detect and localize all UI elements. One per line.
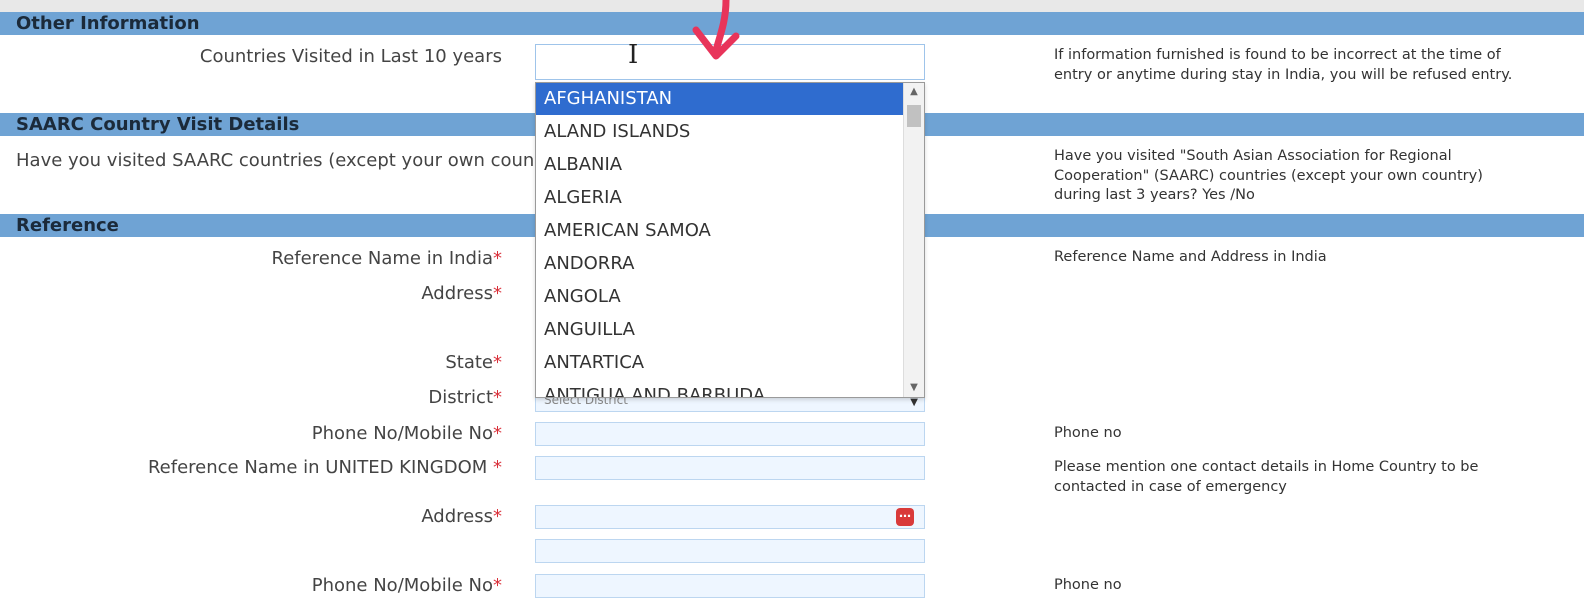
ref-uk-help: Please mention one contact details in Ho… bbox=[1054, 459, 1479, 495]
countries-visited-label: Countries Visited in Last 10 years bbox=[199, 46, 502, 67]
dropdown-option[interactable]: ANDORRA bbox=[536, 247, 904, 280]
annotation-arrow-icon bbox=[692, 0, 740, 60]
dropdown-option[interactable]: ANTIGUA AND BARBUDA bbox=[536, 379, 904, 397]
dropdown-option[interactable]: ANTARTICA bbox=[536, 346, 904, 379]
dropdown-option[interactable]: AMERICAN SAMOA bbox=[536, 214, 904, 247]
scroll-up-icon[interactable]: ▲ bbox=[904, 83, 924, 101]
scroll-thumb[interactable] bbox=[907, 105, 921, 127]
countries-visited-help: If information furnished is found to be … bbox=[1054, 47, 1513, 83]
address2-input-line2[interactable] bbox=[535, 539, 925, 563]
district-label: District* bbox=[428, 387, 502, 408]
text-cursor-icon: I bbox=[628, 40, 639, 70]
dropdown-option[interactable]: ALBANIA bbox=[536, 148, 904, 181]
dropdown-option[interactable]: ANGOLA bbox=[536, 280, 904, 313]
address-label: Address* bbox=[421, 283, 502, 304]
saarc-help: Have you visited "South Asian Associatio… bbox=[1054, 148, 1483, 203]
section-other-information: Other Information bbox=[0, 12, 1584, 35]
scroll-down-icon[interactable]: ▼ bbox=[904, 379, 924, 397]
phone-input[interactable] bbox=[535, 422, 925, 446]
dropdown-option[interactable]: ALAND ISLANDS bbox=[536, 115, 904, 148]
phone-help: Phone no bbox=[1054, 425, 1122, 441]
dropdown-scrollbar[interactable]: ▲ ▼ bbox=[903, 83, 924, 397]
ref-india-help: Reference Name and Address in India bbox=[1054, 249, 1327, 265]
phone2-help: Phone no bbox=[1054, 577, 1122, 593]
phone2-label: Phone No/Mobile No* bbox=[311, 575, 502, 596]
state-label: State* bbox=[445, 352, 502, 373]
dropdown-option[interactable]: ALGERIA bbox=[536, 181, 904, 214]
dropdown-options: AFGHANISTAN ALAND ISLANDS ALBANIA ALGERI… bbox=[536, 83, 904, 397]
top-bar bbox=[0, 0, 1584, 12]
ref-name-uk-label: Reference Name in UNITED KINGDOM * bbox=[147, 457, 502, 478]
countries-dropdown-list[interactable]: AFGHANISTAN ALAND ISLANDS ALBANIA ALGERI… bbox=[535, 82, 925, 398]
address2-label: Address* bbox=[421, 506, 502, 527]
calendar-icon[interactable]: ⋯ bbox=[896, 508, 914, 526]
ref-name-india-label: Reference Name in India* bbox=[271, 248, 503, 269]
dropdown-option[interactable]: ANGUILLA bbox=[536, 313, 904, 346]
dropdown-option[interactable]: AFGHANISTAN bbox=[536, 83, 904, 115]
address2-input-line1[interactable]: ⋯ bbox=[535, 505, 925, 529]
phone-label: Phone No/Mobile No* bbox=[311, 423, 502, 444]
phone2-input[interactable] bbox=[535, 574, 925, 598]
ref-name-uk-input[interactable] bbox=[535, 456, 925, 480]
saarc-question-label: Have you visited SAARC countries (except… bbox=[16, 150, 535, 171]
